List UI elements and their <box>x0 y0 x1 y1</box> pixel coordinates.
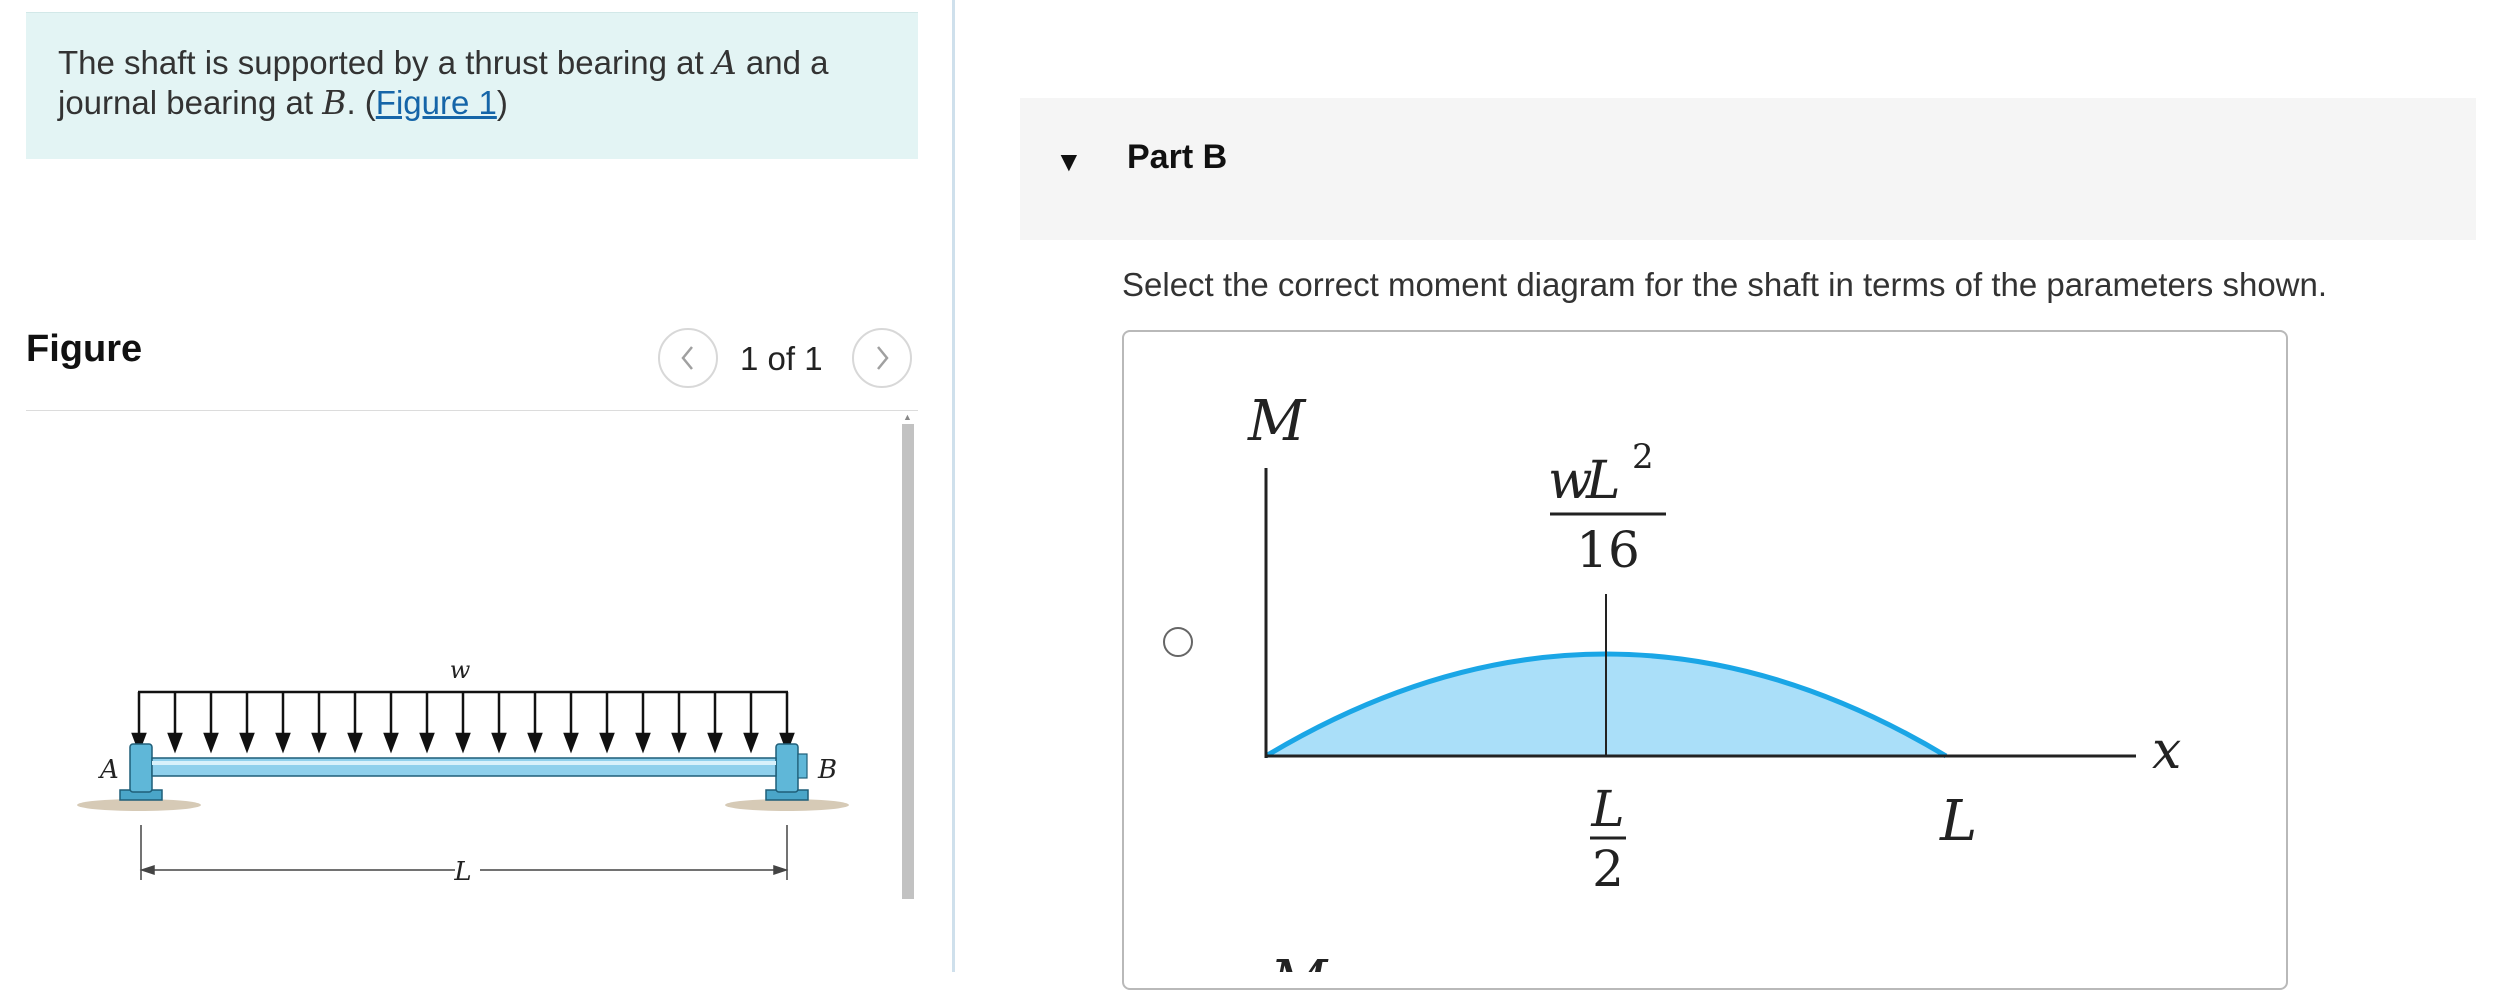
option-a-radio[interactable] <box>1163 627 1193 657</box>
end-label: L <box>1939 789 1977 854</box>
load-arrowhead <box>527 732 543 754</box>
var-b: B <box>322 83 347 122</box>
problem-statement-box: The shaft is supported by a thrust beari… <box>26 12 918 159</box>
problem-statement: The shaft is supported by a thrust beari… <box>58 43 829 122</box>
midspan-label-numerator: L <box>1590 780 1624 838</box>
load-arrowhead <box>347 732 363 754</box>
load-arrowhead <box>491 732 507 754</box>
length-label: L <box>453 857 471 887</box>
load-label: w <box>450 656 471 684</box>
load-arrowhead <box>419 732 435 754</box>
support-a <box>77 743 201 811</box>
next-option-m-label: M <box>1269 949 1329 972</box>
figure-link[interactable]: Figure 1 <box>376 84 497 121</box>
previous-figure-button[interactable] <box>658 328 718 388</box>
scroll-up-icon[interactable]: ▲ <box>903 412 912 422</box>
left-panel: The shaft is supported by a thrust beari… <box>0 0 955 972</box>
peak-numerator-l: L <box>1585 451 1621 511</box>
load-arrowhead <box>203 732 219 754</box>
part-instructions: Select the correct moment diagram for th… <box>1122 266 2328 303</box>
support-b-label: B <box>817 755 837 785</box>
load-arrowhead <box>311 732 327 754</box>
load-arrowhead <box>275 732 291 754</box>
distributed-load <box>131 690 795 754</box>
panel-divider[interactable] <box>952 0 955 972</box>
peak-denominator: 16 <box>1576 521 1640 579</box>
load-arrowhead <box>167 732 183 754</box>
m-axis-label: M <box>1247 389 1307 454</box>
load-arrowhead <box>707 732 723 754</box>
x-axis-label: x <box>2152 721 2181 781</box>
chevron-left-icon <box>681 346 693 370</box>
load-arrowhead <box>635 732 651 754</box>
figure-scrollbar[interactable]: ▲ <box>902 412 914 972</box>
load-arrowhead <box>563 732 579 754</box>
shaft <box>151 757 777 777</box>
chevron-right-icon <box>877 346 889 370</box>
figure-heading: Figure <box>26 328 143 370</box>
load-arrowhead <box>671 732 687 754</box>
load-arrowhead <box>743 732 759 754</box>
scrollbar-thumb[interactable] <box>902 424 914 899</box>
support-a-label: A <box>98 755 119 785</box>
midspan-label-denominator: 2 <box>1592 840 1624 898</box>
peak-exponent: 2 <box>1632 437 1654 477</box>
caret-down-icon[interactable]: ▼ <box>1055 146 1083 178</box>
moment-diagram-option-a: M x w L 2 16 L 2 L M <box>1247 389 2181 972</box>
part-title[interactable]: Part B <box>1127 138 1227 177</box>
load-arrowhead <box>599 732 615 754</box>
part-header[interactable] <box>1020 98 2476 240</box>
load-arrowhead <box>239 732 255 754</box>
var-a: A <box>712 43 737 82</box>
load-arrowhead <box>455 732 471 754</box>
load-arrowhead <box>383 732 399 754</box>
figure-divider <box>26 410 918 411</box>
shaft-figure: w A B L <box>77 656 849 887</box>
figure-counter: 1 of 1 <box>740 340 823 377</box>
next-figure-button[interactable] <box>852 328 912 388</box>
